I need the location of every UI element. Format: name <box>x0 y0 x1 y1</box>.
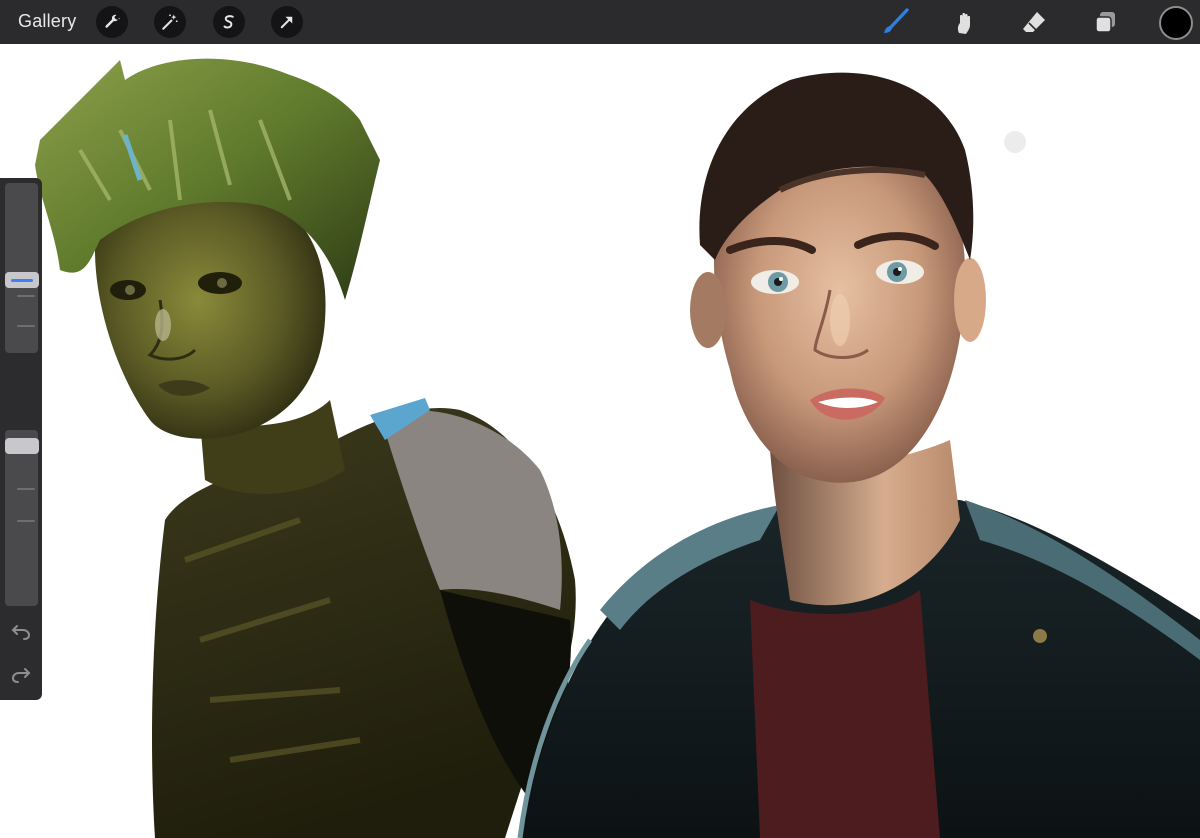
drawing-canvas[interactable] <box>0 44 1200 838</box>
left-sidebar <box>0 178 42 700</box>
brush-size-thumb[interactable] <box>5 272 39 289</box>
brush-size-indicator <box>11 279 33 283</box>
actions-button[interactable] <box>96 6 128 38</box>
smudge-button[interactable] <box>947 5 981 39</box>
layers-icon <box>1095 12 1115 33</box>
slider-tick <box>17 520 35 522</box>
selection-button[interactable] <box>213 6 245 38</box>
redo-icon[interactable] <box>10 664 32 686</box>
brush-button[interactable] <box>878 5 912 39</box>
transform-button[interactable] <box>271 6 303 38</box>
undo-icon[interactable] <box>10 621 32 643</box>
slider-tick <box>17 325 35 327</box>
opacity-thumb[interactable] <box>5 438 39 454</box>
top-toolbar: Gallery <box>0 0 1200 44</box>
layers-button[interactable] <box>1088 5 1122 39</box>
wrench-icon <box>105 14 120 28</box>
brush-icon <box>884 8 909 33</box>
brush-size-slider[interactable] <box>5 183 39 353</box>
slider-tick <box>17 295 35 297</box>
selection-s-icon <box>223 15 234 29</box>
canvas-artwork <box>35 58 1200 838</box>
adjustments-button[interactable] <box>154 6 186 38</box>
smudge-icon <box>957 12 970 34</box>
slider-tick <box>17 488 35 490</box>
color-picker-button[interactable] <box>1159 6 1193 40</box>
transform-arrow-icon <box>280 16 293 29</box>
gallery-button[interactable]: Gallery <box>18 11 76 32</box>
eraser-icon <box>1023 12 1045 32</box>
opacity-slider[interactable] <box>5 430 39 606</box>
eraser-button[interactable] <box>1017 5 1051 39</box>
magic-wand-icon <box>162 14 178 30</box>
